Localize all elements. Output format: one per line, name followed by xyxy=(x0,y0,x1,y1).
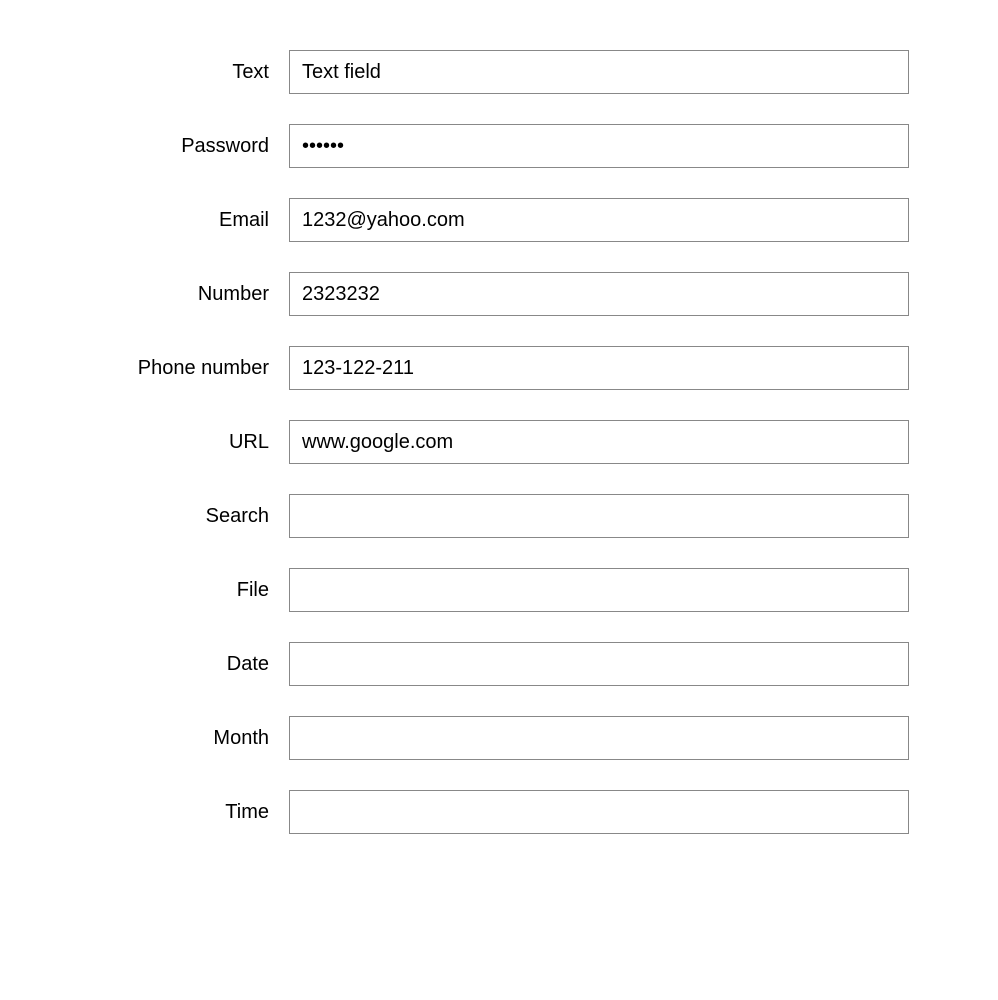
text-input[interactable] xyxy=(289,50,909,94)
form-row-search: Search xyxy=(89,494,909,538)
form-row-email: Email xyxy=(89,198,909,242)
month-label: Month xyxy=(89,727,289,750)
form-row-number: Number xyxy=(89,272,909,316)
email-input[interactable] xyxy=(289,198,909,242)
form-container: Text Password Email Number Phone number … xyxy=(89,50,909,834)
time-label: Time xyxy=(89,801,289,824)
email-label: Email xyxy=(89,209,289,232)
password-input[interactable] xyxy=(289,124,909,168)
number-label: Number xyxy=(89,283,289,306)
form-row-url: URL xyxy=(89,420,909,464)
form-row-time: Time xyxy=(89,790,909,834)
file-label: File xyxy=(89,579,289,602)
form-row-password: Password xyxy=(89,124,909,168)
phone-input[interactable] xyxy=(289,346,909,390)
number-input[interactable] xyxy=(289,272,909,316)
time-input[interactable] xyxy=(289,790,909,834)
search-label: Search xyxy=(89,505,289,528)
form-row-text: Text xyxy=(89,50,909,94)
url-input[interactable] xyxy=(289,420,909,464)
form-row-month: Month xyxy=(89,716,909,760)
phone-label: Phone number xyxy=(89,357,289,380)
month-input[interactable] xyxy=(289,716,909,760)
date-label: Date xyxy=(89,653,289,676)
file-input[interactable] xyxy=(289,568,909,612)
search-input[interactable] xyxy=(289,494,909,538)
form-row-file: File xyxy=(89,568,909,612)
form-row-date: Date xyxy=(89,642,909,686)
url-label: URL xyxy=(89,431,289,454)
date-input[interactable] xyxy=(289,642,909,686)
form-row-phone: Phone number xyxy=(89,346,909,390)
text-label: Text xyxy=(89,61,289,84)
password-label: Password xyxy=(89,135,289,158)
